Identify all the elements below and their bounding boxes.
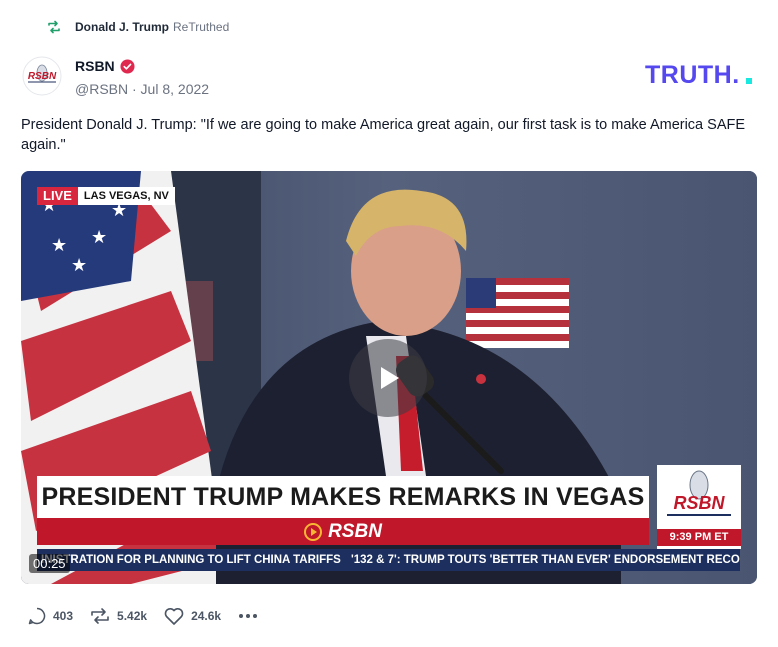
- live-indicator: LIVE LAS VEGAS, NV: [37, 187, 175, 205]
- avatar[interactable]: RSBN: [22, 56, 62, 96]
- like-count: 24.6k: [191, 609, 222, 623]
- video-timecode: 00:25: [29, 554, 70, 573]
- ticker-item: INISTRATION FOR PLANNING TO LIFT CHINA T…: [41, 554, 341, 566]
- retruth-button[interactable]: 5.42k: [89, 606, 147, 626]
- network-bar: RSBN: [37, 518, 649, 545]
- news-ticker: INISTRATION FOR PLANNING TO LIFT CHINA T…: [37, 549, 740, 571]
- display-name[interactable]: RSBN: [75, 58, 115, 74]
- retruth-icon: [48, 20, 60, 34]
- retruth-header: Donald J. Trump ReTruthed: [46, 19, 229, 35]
- network-name: RSBN: [328, 520, 382, 542]
- play-button[interactable]: [349, 339, 427, 417]
- play-icon: [381, 367, 399, 389]
- video-player[interactable]: ★ ★ ★ ★ ★ ★ LIVE LAS VEGAS, NV PRESIDENT…: [21, 171, 757, 584]
- avatar-text: RSBN: [28, 71, 57, 82]
- headline-text: PRESIDENT TRUMP MAKES REMARKS IN VEGAS: [41, 482, 645, 511]
- corner-logo-text: RSBN: [673, 493, 725, 513]
- ellipsis-icon: [239, 614, 258, 618]
- reply-count: 403: [53, 609, 74, 623]
- play-circle-icon: [304, 522, 323, 541]
- author-block: RSBN @RSBN · Jul 8, 2022: [75, 56, 209, 97]
- post-header: RSBN RSBN @RSBN · Jul 8, 2022: [22, 56, 209, 97]
- location-label: LAS VEGAS, NV: [83, 190, 169, 202]
- truth-logo[interactable]: TRUTH.: [645, 61, 757, 87]
- post-actions: 403 5.42k 24.6k: [27, 606, 259, 626]
- svg-text:TRUTH.: TRUTH.: [645, 61, 740, 87]
- svg-text:★: ★: [71, 255, 87, 276]
- reply-button[interactable]: 403: [27, 606, 73, 626]
- retruth-label: ReTruthed: [173, 20, 230, 34]
- ticker-item: '132 & 7': TRUMP TOUTS 'BETTER THAN EVER…: [351, 554, 740, 566]
- headline-banner: PRESIDENT TRUMP MAKES REMARKS IN VEGAS: [37, 476, 649, 518]
- live-label: LIVE: [37, 187, 78, 205]
- svg-text:★: ★: [91, 227, 107, 248]
- heart-icon: [164, 608, 184, 625]
- like-button[interactable]: 24.6k: [163, 606, 221, 626]
- broadcast-time: 9:39 PM ET: [657, 529, 741, 546]
- verified-badge-icon: [120, 58, 135, 74]
- more-options-button[interactable]: [237, 606, 259, 626]
- reply-icon: [28, 607, 46, 625]
- retruth-count: 5.42k: [117, 609, 148, 623]
- post-text: President Donald J. Trump: "If we are go…: [21, 117, 746, 153]
- handle-date: @RSBN · Jul 8, 2022: [75, 81, 210, 97]
- retruth-icon: [91, 608, 109, 624]
- svg-text:★: ★: [51, 235, 67, 256]
- retruth-user-link[interactable]: Donald J. Trump: [75, 20, 169, 34]
